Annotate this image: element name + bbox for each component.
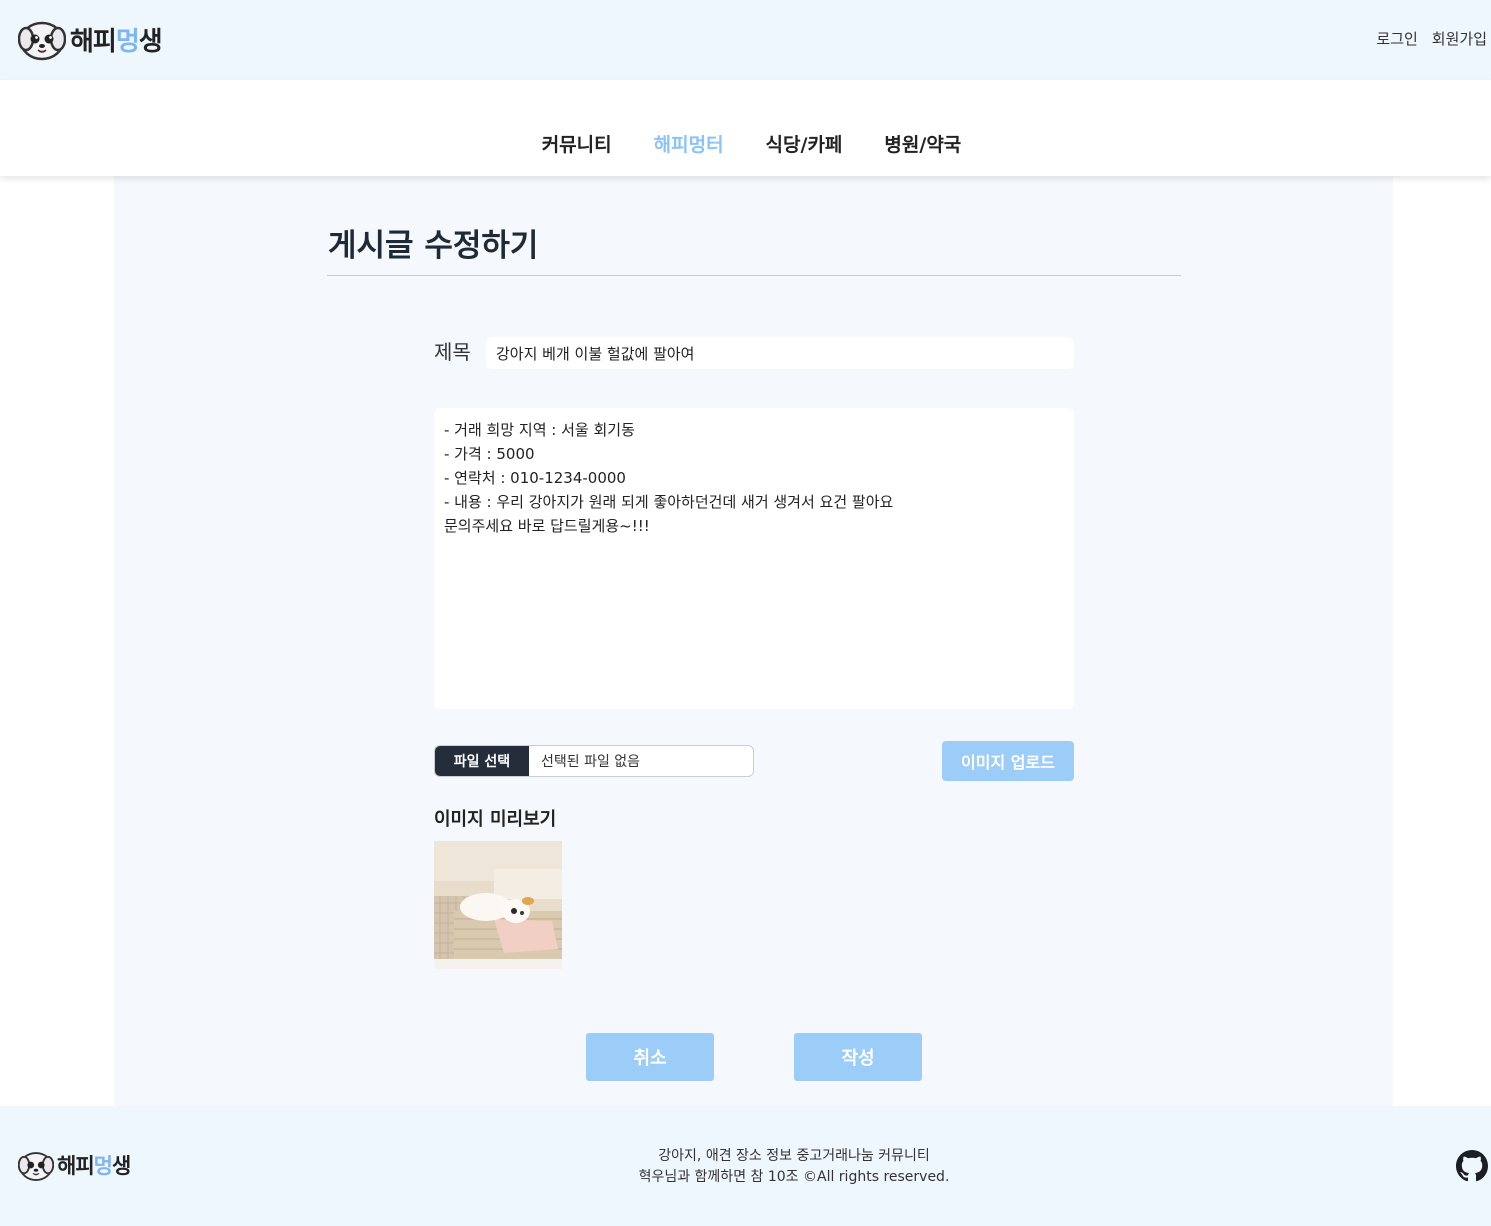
image-preview-label: 이미지 미리보기: [434, 809, 557, 830]
image-preview: [434, 841, 562, 969]
footer-logo[interactable]: 해피멍생: [18, 1145, 131, 1185]
main-nav: 커뮤니티 해피멍터 식당/카페 병원/약국: [0, 130, 1491, 157]
main-nav-bar: 커뮤니티 해피멍터 식당/카페 병원/약국: [0, 80, 1491, 176]
footer-text: 강아지, 애견 장소 정보 중고거래나눔 커뮤니티 혁우님과 함께하면 참 10…: [0, 1146, 1491, 1188]
image-upload-button[interactable]: 이미지 업로드: [942, 741, 1074, 781]
title-divider: [327, 275, 1181, 276]
nav-item-hospital-pharmacy[interactable]: 병원/약국: [884, 130, 961, 157]
dog-mascot-icon: [18, 21, 66, 61]
page-title: 게시글 수정하기: [328, 228, 539, 264]
footer: 강아지, 애견 장소 정보 중고거래나눔 커뮤니티 혁우님과 함께하면 참 10…: [0, 1106, 1491, 1226]
nav-item-restaurant-cafe[interactable]: 식당/카페: [766, 130, 843, 157]
dog-photo-thumbnail: [434, 841, 562, 969]
choose-file-button[interactable]: 파일 선택: [435, 746, 529, 776]
github-icon[interactable]: [1456, 1150, 1488, 1182]
submit-button[interactable]: 작성: [794, 1033, 922, 1081]
body-textarea[interactable]: - 거래 희망 지역 : 서울 회기동 - 가격 : 5000 - 연락처 : …: [434, 408, 1074, 709]
cancel-button[interactable]: 취소: [586, 1033, 714, 1081]
footer-logo-text: 해피멍생: [57, 1154, 131, 1178]
title-label: 제목: [434, 340, 471, 364]
footer-line-2: 혁우님과 함께하면 참 10조 ©All rights reserved.: [638, 1169, 950, 1185]
site-logo[interactable]: 해피멍생: [18, 16, 163, 62]
edit-post-panel: 게시글 수정하기 제목 - 거래 희망 지역 : 서울 회기동 - 가격 : 5…: [114, 176, 1393, 1106]
nav-item-happy-mentor[interactable]: 해피멍터: [654, 130, 724, 157]
file-input[interactable]: 파일 선택 선택된 파일 없음: [434, 745, 754, 777]
nav-item-community[interactable]: 커뮤니티: [542, 130, 612, 157]
signup-link[interactable]: 회원가입: [1432, 28, 1487, 49]
auth-links: 로그인 회원가입: [1376, 28, 1487, 49]
footer-line-1: 강아지, 애견 장소 정보 중고거래나눔 커뮤니티: [658, 1148, 930, 1164]
title-input[interactable]: [486, 337, 1074, 369]
dog-mascot-icon: [18, 1152, 54, 1181]
top-header: 해피멍생 로그인 회원가입: [0, 0, 1491, 80]
file-status-text: 선택된 파일 없음: [541, 754, 641, 770]
logo-text: 해피멍생: [70, 26, 163, 57]
login-link[interactable]: 로그인: [1376, 28, 1417, 49]
